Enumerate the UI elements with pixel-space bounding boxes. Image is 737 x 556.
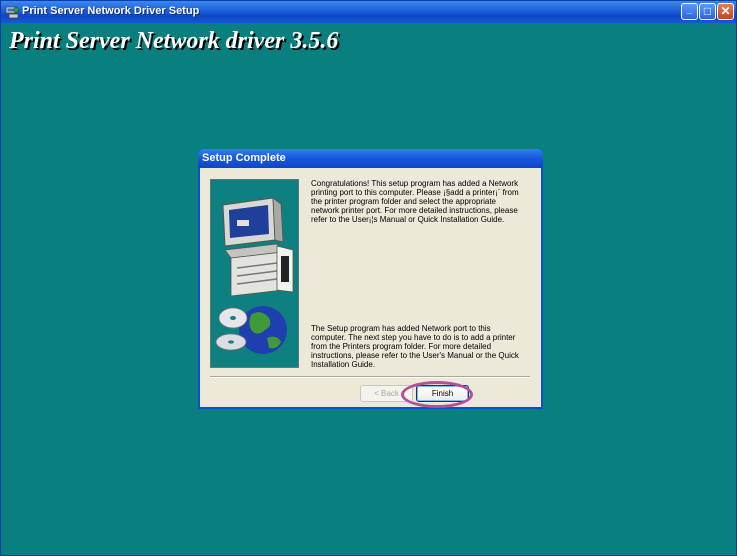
minimize-button[interactable]: _ xyxy=(681,3,698,20)
setup-illustration xyxy=(210,179,299,368)
window-titlebar[interactable]: Print Server Network Driver Setup _ □ ✕ xyxy=(1,1,736,23)
banner-title: Print Server Network driver 3.5.6 xyxy=(9,28,339,54)
button-separator xyxy=(210,376,530,378)
maximize-button[interactable]: □ xyxy=(699,3,716,20)
setup-complete-dialog: Setup Complete Congratulations! This set… xyxy=(198,149,543,409)
close-button[interactable]: ✕ xyxy=(717,3,734,20)
close-icon: ✕ xyxy=(720,4,731,18)
maximize-icon: □ xyxy=(703,4,712,18)
congratulations-message: Congratulations! This setup program has … xyxy=(311,179,519,224)
minimize-icon: _ xyxy=(686,4,693,15)
dialog-titlebar[interactable]: Setup Complete xyxy=(198,149,543,168)
dialog-title: Setup Complete xyxy=(202,152,286,164)
window-title: Print Server Network Driver Setup xyxy=(22,5,200,17)
finish-highlight-circle xyxy=(401,381,473,408)
next-step-message: The Setup program has added Network port… xyxy=(311,324,519,369)
computer-globe-cd-icon xyxy=(215,197,294,354)
setup-app-icon xyxy=(5,6,19,19)
